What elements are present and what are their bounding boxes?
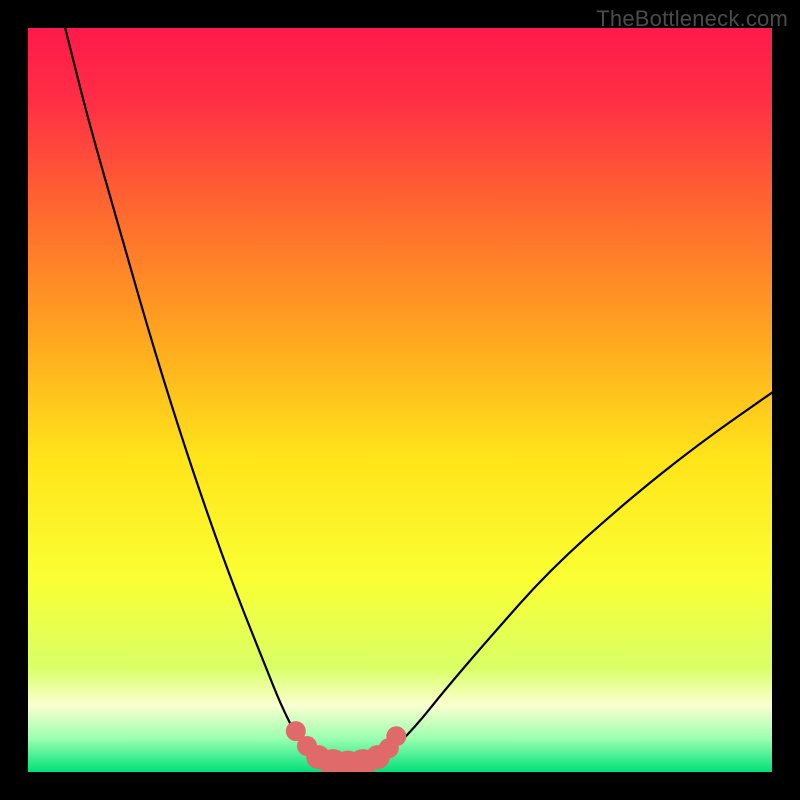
bottleneck-curve bbox=[65, 28, 772, 765]
valley-markers bbox=[286, 721, 407, 772]
chart-frame: TheBottleneck.com bbox=[0, 0, 800, 800]
curve-layer bbox=[28, 28, 772, 772]
valley-marker bbox=[386, 726, 406, 746]
plot-area bbox=[28, 28, 772, 772]
